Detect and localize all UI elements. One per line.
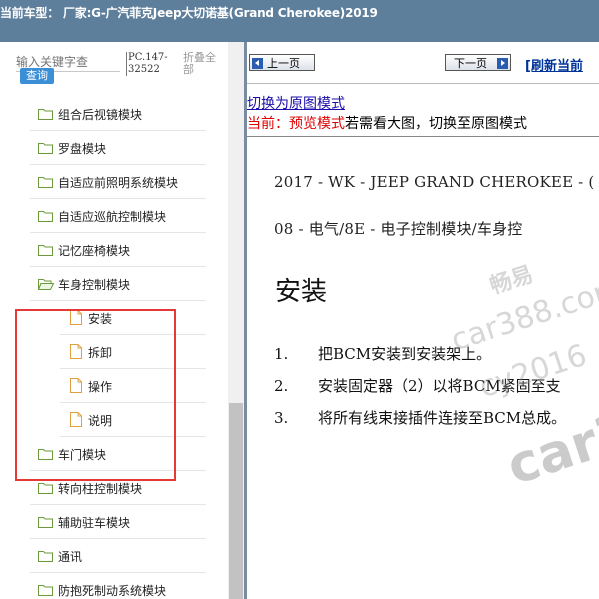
title-bar: 当前车型： 厂家:G-广汽菲克Jeep大切诺基(Grand Cherokee)2… xyxy=(0,0,599,42)
doc-step-text: 安装固定器（2）以将BCM紧固至支 xyxy=(318,377,561,395)
doc-heading: 安装 xyxy=(275,277,328,307)
content-nav: 上一页 下一页 [刷新当前 xyxy=(247,42,599,84)
current-mode-line: 当前：预览模式若需看大图，切换至原图模式 xyxy=(247,113,527,133)
arrow-left-icon xyxy=(252,58,263,69)
doc-section-line: 08 - 电气/8E - 电子控制模块/车身控 xyxy=(274,220,523,238)
switch-mode-link[interactable]: 切换为原图模式 xyxy=(247,93,345,113)
tree-item-label: 记忆座椅模块 xyxy=(58,244,131,258)
doc-step-number: 1. xyxy=(274,345,289,363)
next-page-button[interactable]: 下一页 xyxy=(445,54,511,71)
preview-separator xyxy=(247,136,599,137)
sidebar-scrollbar-thumb[interactable] xyxy=(229,403,243,599)
tree-item-label: 通讯 xyxy=(58,550,83,564)
doc-vehicle-line: 2017 - WK - JEEP GRAND CHEROKEE - ( xyxy=(274,173,595,191)
search-button[interactable]: 查询 xyxy=(20,68,54,84)
tree-item-label: 转向柱控制模块 xyxy=(58,482,143,496)
tree-folder-item[interactable]: 罗盘模块 xyxy=(30,132,206,165)
tree-item-label: 辅助驻车模块 xyxy=(58,516,131,530)
tree-item-label: 车身控制模块 xyxy=(58,278,131,292)
tree-folder-item[interactable]: 组合后视镜模块 xyxy=(30,98,206,131)
folder-icon xyxy=(38,245,53,256)
doc-step-text: 将所有线束接插件连接至BCM总成。 xyxy=(318,409,567,427)
tree-folder-item[interactable]: 防抱死制动系统模块 xyxy=(30,574,206,599)
tree-folder-item[interactable]: 辅助驻车模块 xyxy=(30,506,206,539)
arrow-right-icon xyxy=(497,58,508,69)
tree-folder-item-open[interactable]: 车身控制模块 xyxy=(30,268,206,301)
folder-icon xyxy=(38,551,53,562)
tree-item-label: 防抱死制动系统模块 xyxy=(58,584,167,598)
doc-step-number: 3. xyxy=(274,409,289,427)
folder-icon xyxy=(38,585,53,596)
tree-item-label: 自适应巡航控制模块 xyxy=(58,210,167,224)
doc-step: 3. 将所有线束接插件连接至BCM总成。 xyxy=(274,407,566,428)
prev-page-label: 上一页 xyxy=(267,57,300,70)
collapse-all-link[interactable]: 折叠全部 xyxy=(183,52,223,76)
current-mode-label: 当前：预览模式 xyxy=(247,116,345,132)
folder-icon xyxy=(38,483,53,494)
vehicle-title: 当前车型： 厂家:G-广汽菲克Jeep大切诺基(Grand Cherokee)2… xyxy=(0,6,378,20)
next-page-label: 下一页 xyxy=(454,57,487,70)
search-row: 查询 PC.147-32522 折叠全部 xyxy=(0,42,228,92)
doc-step-number: 2. xyxy=(274,377,289,395)
content-pane: 上一页 下一页 [刷新当前 切换为原图模式 当前：预览模式若需看大图，切换至原图… xyxy=(247,42,599,599)
tree-folder-item[interactable]: 通讯 xyxy=(30,540,206,573)
tree-item-label: 组合后视镜模块 xyxy=(58,108,143,122)
folder-icon xyxy=(38,517,53,528)
tree-folder-item[interactable]: 自适应巡航控制模块 xyxy=(30,200,206,233)
nav-separator xyxy=(247,83,599,84)
folder-icon xyxy=(38,109,53,120)
doc-step-text: 把BCM安装到安装架上。 xyxy=(318,345,492,363)
refresh-current-link[interactable]: [刷新当前 xyxy=(525,55,583,74)
folder-icon xyxy=(38,177,53,188)
prev-page-button[interactable]: 上一页 xyxy=(249,54,315,71)
tree-item-label: 罗盘模块 xyxy=(58,142,107,156)
highlight-box xyxy=(15,309,176,481)
folder-icon xyxy=(38,143,53,154)
tree-item-label: 自适应前照明系统模块 xyxy=(58,176,179,190)
tree-folder-item[interactable]: 自适应前照明系统模块 xyxy=(30,166,206,199)
pc-code-field[interactable]: PC.147-32522 xyxy=(126,52,172,76)
doc-step: 2. 安装固定器（2）以将BCM紧固至支 xyxy=(274,375,561,396)
folder-open-icon xyxy=(38,279,54,290)
folder-icon xyxy=(38,211,53,222)
doc-step: 1. 把BCM安装到安装架上。 xyxy=(274,343,491,364)
current-mode-hint: 若需看大图，切换至原图模式 xyxy=(345,116,527,132)
tree-folder-item[interactable]: 记忆座椅模块 xyxy=(30,234,206,267)
search-input[interactable] xyxy=(16,54,120,69)
sidebar: 查询 PC.147-32522 折叠全部 组合后视镜模块 罗盘模块 自适应前照明… xyxy=(0,42,244,599)
